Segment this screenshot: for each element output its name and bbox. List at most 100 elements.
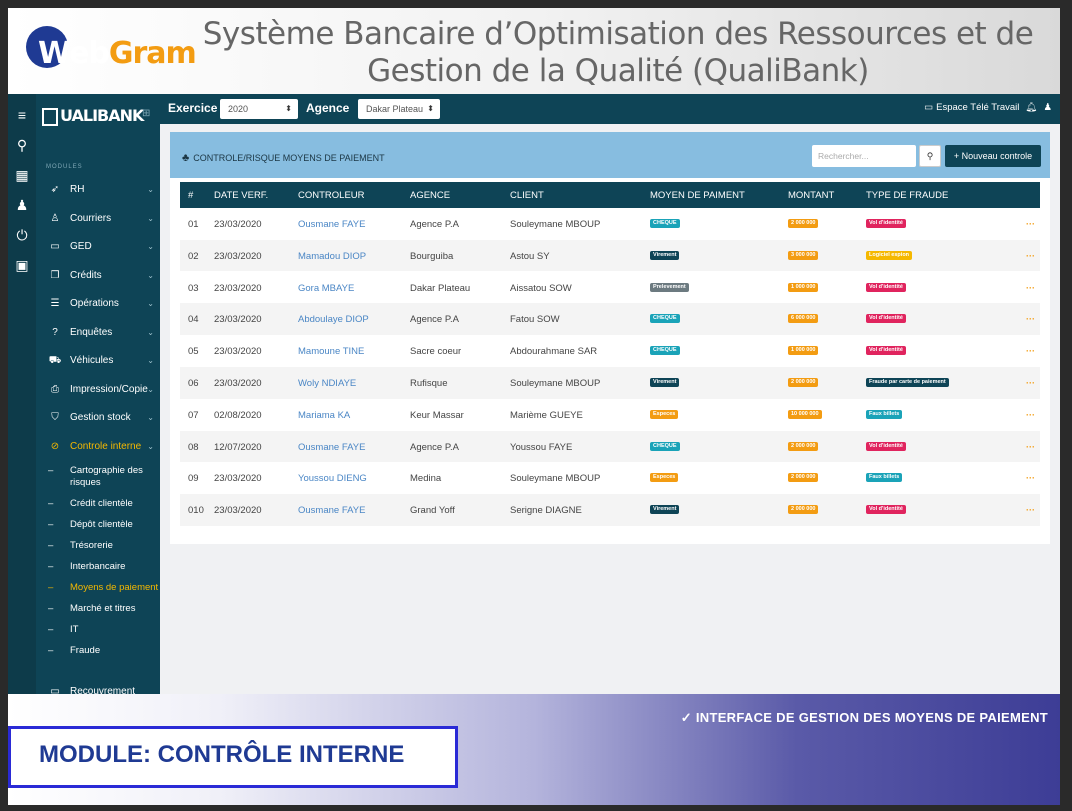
chevron-down-icon: ⌄	[147, 270, 154, 280]
row-actions-icon[interactable]: ···	[1026, 473, 1035, 483]
subitem-moyens-paiement[interactable]: – Moyens de paiement	[36, 578, 160, 599]
power-icon[interactable]: ⏻	[8, 220, 36, 250]
row-actions-icon[interactable]: ···	[1026, 283, 1035, 293]
sidebar-item-impression[interactable]: ⎙ Impression/Copie ⌄	[36, 376, 160, 405]
select-caret-icon: ⬍	[427, 104, 434, 113]
module-title: MODULE: CONTRÔLE INTERNE	[39, 741, 405, 768]
row-actions-icon[interactable]: ···	[1026, 442, 1035, 452]
search-input[interactable]: Rechercher...	[812, 145, 916, 167]
row-actions-icon[interactable]: ···	[1026, 410, 1035, 420]
montant-badge: 3 000 000	[788, 250, 819, 260]
banner-title-line2: Gestion de la Qualité (QualiBank)	[367, 53, 869, 89]
subitem-label: Marché et titres	[70, 603, 136, 614]
search-icon[interactable]: ⚲	[8, 130, 36, 160]
subitem-tresorerie[interactable]: – Trésorerie	[36, 536, 160, 557]
table-row[interactable]: 04 23/03/2020 Abdoulaye DIOP Agence P.A Fato…	[180, 303, 1040, 335]
qualibank-logo: UALIBANK	[42, 106, 144, 126]
cell-controleur-link[interactable]: Mamoune TINE	[298, 346, 364, 357]
cell-controleur-link[interactable]: Abdoulaye DIOP	[298, 314, 369, 325]
subitem-credit-clientele[interactable]: – Crédit clientèle	[36, 494, 160, 515]
cell-controleur-link[interactable]: Woly NDIAYE	[298, 378, 356, 389]
cell-num: 08	[188, 441, 199, 453]
topbar-right: ▭ Espace Télé Travail 🔔︎ ♟	[918, 102, 1052, 113]
bell-icon[interactable]: 🔔︎	[1025, 102, 1037, 113]
cell-agence: Agence P.A	[410, 314, 459, 326]
table-row[interactable]: 09 23/03/2020 Youssou DIENG Medina Souleyman…	[180, 462, 1040, 494]
cart-icon: ⛉	[51, 412, 59, 423]
subitem-depot-clientele[interactable]: – Dépôt clientèle	[36, 515, 160, 536]
subitem-interbancaire[interactable]: – Interbancaire	[36, 557, 160, 578]
subitem-fraude[interactable]: – Fraude	[36, 641, 160, 662]
users-icon[interactable]: ♟	[8, 190, 36, 220]
table-row[interactable]: 010 23/03/2020 Ousmane FAYE Grand Yoff Serig…	[180, 494, 1040, 526]
user-icon[interactable]: ♟	[1043, 102, 1052, 113]
teletravail-link[interactable]: Espace Télé Travail	[936, 102, 1019, 113]
row-actions-icon[interactable]: ···	[1026, 378, 1035, 388]
sidebar-item-label: Courriers	[70, 212, 112, 224]
car-icon: ⛟	[48, 355, 62, 366]
table-row[interactable]: 07 02/08/2020 Mariama KA Keur Massar Marième…	[180, 399, 1040, 431]
agence-select[interactable]: Dakar Plateau ⬍	[358, 99, 440, 119]
cell-controleur-link[interactable]: Mariama KA	[298, 410, 350, 421]
sidebar-item-operations[interactable]: ☰ Opérations ⌄	[36, 290, 160, 319]
fraude-badge: Vol d'identité	[866, 441, 906, 451]
subitem-marche-titres[interactable]: – Marché et titres	[36, 599, 160, 620]
subitem-cartographie[interactable]: – Cartographie des risques	[36, 461, 160, 494]
table-row[interactable]: 08 12/07/2020 Ousmane FAYE Agence P.A Yousso…	[180, 430, 1040, 463]
sidebar-item-controle-interne[interactable]: ⊘ Controle interne ⌄	[36, 433, 160, 462]
cell-client: Astou SY	[510, 250, 550, 262]
row-actions-icon[interactable]: ···	[1026, 314, 1035, 324]
sidebar-item-credits[interactable]: ❐ Crédits ⌄	[36, 262, 160, 291]
cell-date: 23/03/2020	[214, 282, 262, 294]
cell-date: 23/03/2020	[214, 219, 262, 230]
cell-controleur-link[interactable]: Gora MBAYE	[298, 283, 354, 294]
subitem-label: Fraude	[70, 645, 101, 656]
row-actions-icon[interactable]: ···	[1026, 251, 1035, 261]
menu-icon[interactable]: ≡	[8, 100, 36, 130]
chevron-down-icon: ⌄	[147, 242, 154, 251]
monitor-icon: ▭	[924, 102, 934, 113]
sidebar-item-courriers[interactable]: ♙ Courriers ⌄	[36, 205, 160, 234]
moyen-badge: CHEQUE	[650, 314, 680, 324]
search-button[interactable]: ⚲	[919, 145, 941, 167]
table-row[interactable]: 05 23/03/2020 Mamoune TINE Sacre coeur Abdou…	[180, 335, 1040, 367]
cell-controleur-link[interactable]: Mamadou DIOP	[298, 251, 366, 262]
subitem-label: IT	[70, 624, 79, 635]
new-controle-button[interactable]: + Nouveau controle	[945, 145, 1041, 167]
table-row[interactable]: 02 23/03/2020 Mamadou DIOP Bourguiba Astou S…	[180, 239, 1040, 272]
logo-text: WebGram	[38, 36, 197, 71]
calendar-icon[interactable]: ▦	[8, 160, 36, 190]
row-actions-icon[interactable]: ···	[1026, 346, 1035, 356]
table-row[interactable]: 06 23/03/2020 Woly NDIAYE Rufisque Souleyman…	[180, 367, 1040, 399]
sidebar-item-ged[interactable]: ▭ GED ⌄	[36, 233, 160, 262]
cell-agence: Medina	[410, 473, 442, 485]
cell-agence: Dakar Plateau	[410, 282, 471, 294]
briefcase-icon[interactable]: ▣	[8, 250, 36, 280]
cell-controleur-link[interactable]: Ousmane FAYE	[298, 219, 365, 230]
modules-label: MODULES	[46, 164, 83, 170]
sidebar-item-enquetes[interactable]: ? Enquêtes ⌄	[36, 319, 160, 348]
chevron-down-icon: ⌄	[147, 413, 154, 422]
cell-date: 12/07/2020	[214, 441, 262, 453]
sidebar-item-rh[interactable]: ➶ RH ⌄	[36, 176, 160, 205]
rocket-icon: ➶	[50, 184, 60, 195]
sidebar-item-label: Enquêtes	[70, 326, 113, 338]
sidebar-item-gestion-stock[interactable]: ⛉ Gestion stock ⌄	[36, 404, 160, 433]
cell-num: 07	[188, 409, 199, 421]
cell-controleur-link[interactable]: Ousmane FAYE	[298, 505, 365, 516]
grid-icon[interactable]: ⊞	[142, 108, 150, 119]
exercice-select[interactable]: 2020 ⬍	[220, 99, 298, 119]
cell-controleur-link[interactable]: Youssou DIENG	[298, 473, 367, 484]
subitem-it[interactable]: – IT	[36, 620, 160, 641]
sidebar-item-vehicules[interactable]: ⛟ Véhicules ⌄	[36, 347, 160, 376]
cell-agence: Sacre coeur	[410, 346, 462, 358]
table-row[interactable]: 01 23/03/2020 Ousmane FAYE Agence P.A Souley…	[180, 208, 1040, 240]
table-row[interactable]: 03 23/03/2020 Gora MBAYE Dakar Plateau Aissa…	[180, 272, 1040, 304]
row-actions-icon[interactable]: ···	[1026, 505, 1035, 515]
cell-num: 05	[188, 346, 199, 358]
cell-controleur-link[interactable]: Ousmane FAYE	[298, 442, 365, 453]
cell-agence: Bourguiba	[410, 250, 454, 262]
banner-title: Système Bancaire d’Optimisation des Ress…	[178, 16, 1058, 90]
row-actions-icon[interactable]: ···	[1026, 219, 1035, 229]
subitem-label: Cartographie des risques	[70, 465, 143, 488]
